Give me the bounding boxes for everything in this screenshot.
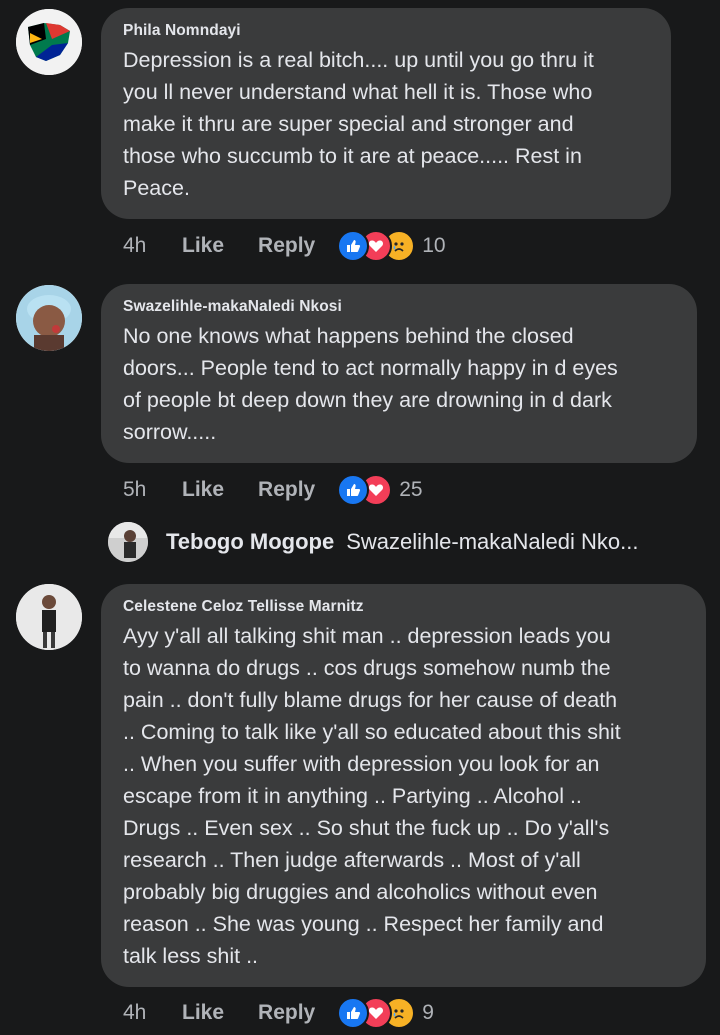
comment-author[interactable]: Celestene Celoz Tellisse Marnitz xyxy=(123,598,684,616)
comment-timestamp[interactable]: 4h xyxy=(123,1001,182,1025)
comment-text: Ayy y'all all talking shit man .. depres… xyxy=(123,624,621,968)
reactions-summary[interactable]: 10 xyxy=(337,230,446,262)
reply-author[interactable]: Tebogo Mogope xyxy=(166,529,334,555)
like-button[interactable]: Like xyxy=(182,478,224,502)
avatar[interactable] xyxy=(16,584,82,650)
comment-actions: 5h Like Reply 25 xyxy=(123,474,423,506)
avatar[interactable] xyxy=(108,522,148,562)
reaction-count: 9 xyxy=(422,1001,434,1024)
reply-button[interactable]: Reply xyxy=(258,1001,315,1025)
comment-actions: 4h Like Reply 10 xyxy=(123,230,446,262)
reply-button[interactable]: Reply xyxy=(258,478,315,502)
reply-button[interactable]: Reply xyxy=(258,234,315,258)
reply-snippet: Swazelihle-makaNaledi Nko... xyxy=(346,529,639,554)
comment-text: Depression is a real bitch.... up until … xyxy=(123,48,594,200)
like-button[interactable]: Like xyxy=(182,1001,224,1025)
comment-author[interactable]: Phila Nomndayi xyxy=(123,22,649,40)
comment-actions: 4h Like Reply 9 xyxy=(123,997,434,1029)
comment-bubble: Celestene Celoz Tellisse Marnitz Ayy y'a… xyxy=(101,584,706,987)
comment-bubble: Swazelihle-makaNaledi Nkosi No one knows… xyxy=(101,284,697,463)
comment-timestamp[interactable]: 4h xyxy=(123,234,182,258)
comment-author[interactable]: Swazelihle-makaNaledi Nkosi xyxy=(123,298,675,316)
avatar[interactable] xyxy=(16,9,82,75)
avatar[interactable] xyxy=(16,285,82,351)
comment-text: No one knows what happens behind the clo… xyxy=(123,324,618,444)
reaction-count: 10 xyxy=(422,234,446,257)
like-button[interactable]: Like xyxy=(182,234,224,258)
thumbs-up-icon xyxy=(337,997,370,1029)
reactions-summary[interactable]: 9 xyxy=(337,997,434,1029)
reaction-count: 25 xyxy=(399,478,423,501)
thumbs-up-icon xyxy=(337,474,370,506)
reply-preview[interactable]: Tebogo Mogope Swazelihle-makaNaledi Nko.… xyxy=(108,520,638,564)
comment-timestamp[interactable]: 5h xyxy=(123,478,182,502)
reactions-summary[interactable]: 25 xyxy=(337,474,423,506)
thumbs-up-icon xyxy=(337,230,370,262)
comment-bubble: Phila Nomndayi Depression is a real bitc… xyxy=(101,8,671,219)
